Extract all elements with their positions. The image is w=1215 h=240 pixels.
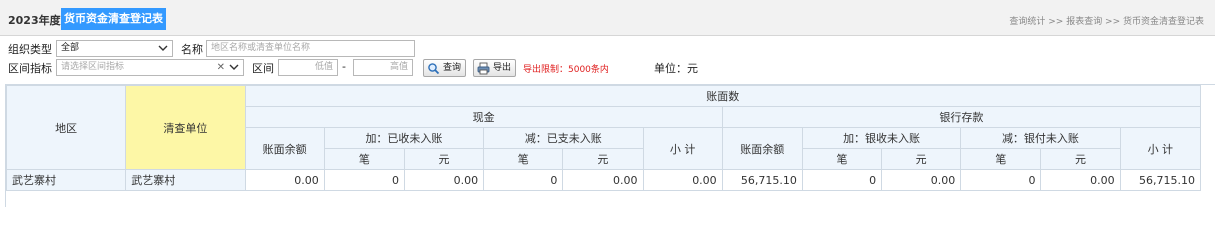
cash-paid-unrecorded-header: 减：已支未入账 <box>483 127 644 149</box>
range-indicator-placeholder: 请选择区间指标 <box>61 62 125 72</box>
org-type-value: 全部 <box>61 43 80 53</box>
report-table-container[interactable]: 地区 清查单位 账面数 现金 银行存款 账面余额 加：已收未入账 减：已支未入账… <box>5 84 1215 207</box>
cell-cash-add-amount: 0.00 <box>403 169 485 191</box>
chevron-down-icon <box>229 64 239 70</box>
range-low-input[interactable]: 低值 <box>278 59 338 76</box>
col-region-header: 地区 <box>6 85 127 170</box>
bank-subtotal-header: 小 计 <box>1119 127 1202 170</box>
cell-bank-sub-count: 0 <box>960 169 1042 191</box>
range-indicator-label: 区间指标 <box>8 62 52 75</box>
search-icon <box>428 63 440 75</box>
cash-sub-amount-header: 元 <box>562 148 644 170</box>
range-dash: - <box>342 60 346 73</box>
col-unit-header: 清查单位 <box>125 85 246 170</box>
cell-cash-sub-count: 0 <box>483 169 564 191</box>
cell-bank-balance: 56,715.10 <box>721 169 803 191</box>
cell-bank-add-count: 0 <box>801 169 883 191</box>
bank-sub-count-header: 笔 <box>960 148 1042 170</box>
cash-header: 现金 <box>244 106 723 128</box>
range-indicator-select[interactable]: 请选择区间指标 ✕ <box>56 59 244 76</box>
bank-add-amount-header: 元 <box>881 148 962 170</box>
cash-add-count-header: 笔 <box>323 148 405 170</box>
cell-unit: 武艺寨村 <box>125 169 246 191</box>
cash-sub-count-header: 笔 <box>483 148 564 170</box>
report-year: 2023年度 <box>8 14 61 27</box>
chevron-down-icon <box>158 45 168 51</box>
page-title: 货币资金清查登记表 <box>61 8 166 30</box>
cash-received-unrecorded-header: 加：已收未入账 <box>323 127 485 149</box>
range-high-input[interactable]: 高值 <box>353 59 413 76</box>
printer-icon <box>477 62 490 75</box>
breadcrumb: 查询统计 >> 报表查询 >> 货币资金清查登记表 <box>1009 17 1204 27</box>
cash-book-balance-header: 账面余额 <box>244 127 325 170</box>
name-label: 名称 <box>181 43 203 56</box>
cell-bank-sub-amount: 0.00 <box>1040 169 1121 191</box>
org-type-label: 组织类型 <box>8 43 52 56</box>
export-limit-notice: 导出限制：5000条内 <box>523 65 609 75</box>
table-row[interactable]: 武艺寨村 武艺寨村 0.00 0 0.00 0 0.00 0.00 56,715… <box>6 169 1202 191</box>
cell-bank-subtotal: 56,715.10 <box>1119 169 1202 191</box>
cell-bank-add-amount: 0.00 <box>881 169 962 191</box>
report-table: 地区 清查单位 账面数 现金 银行存款 账面余额 加：已收未入账 减：已支未入账… <box>6 85 1202 191</box>
cell-region: 武艺寨村 <box>6 169 127 191</box>
bank-received-unrecorded-header: 加：银收未入账 <box>801 127 962 149</box>
cell-cash-add-count: 0 <box>323 169 405 191</box>
unit-label: 单位：元 <box>654 62 698 75</box>
cell-cash-balance: 0.00 <box>244 169 325 191</box>
cell-cash-sub-amount: 0.00 <box>562 169 644 191</box>
export-button-label: 导出 <box>493 63 512 73</box>
range-label: 区间 <box>252 62 274 75</box>
cash-subtotal-header: 小 计 <box>642 127 723 170</box>
query-button[interactable]: 查询 <box>423 59 466 77</box>
bank-paid-unrecorded-header: 减：银付未入账 <box>960 127 1121 149</box>
org-type-select[interactable]: 全部 <box>56 40 173 57</box>
export-button[interactable]: 导出 <box>473 59 516 77</box>
bank-deposit-header: 银行存款 <box>721 106 1202 128</box>
close-icon[interactable]: ✕ <box>217 60 225 75</box>
bank-sub-amount-header: 元 <box>1040 148 1121 170</box>
cash-add-amount-header: 元 <box>403 148 485 170</box>
bank-add-count-header: 笔 <box>801 148 883 170</box>
book-amount-header: 账面数 <box>244 85 1202 107</box>
title-bar: 2023年度 货币资金清查登记表 查询统计 >> 报表查询 >> 货币资金清查登… <box>0 0 1215 36</box>
name-search-input[interactable]: 地区名称或清查单位名称 <box>206 40 415 57</box>
query-button-label: 查询 <box>443 63 462 73</box>
cell-cash-subtotal: 0.00 <box>642 169 723 191</box>
bank-book-balance-header: 账面余额 <box>721 127 803 170</box>
